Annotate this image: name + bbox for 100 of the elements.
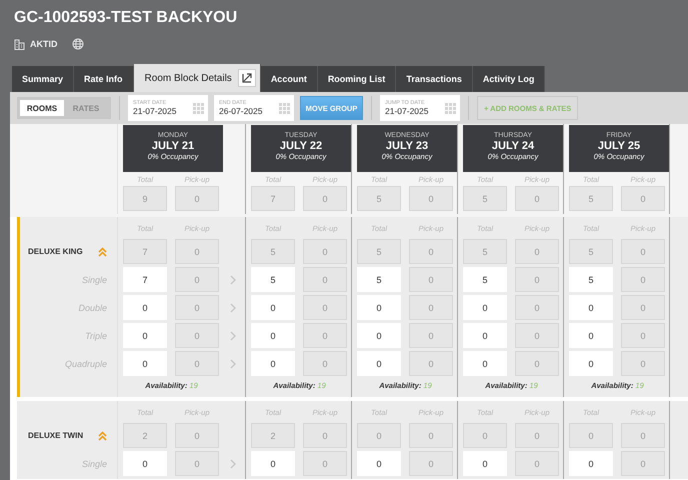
pickup-value: 0	[621, 451, 665, 476]
room-type-name: DELUXE KING	[28, 247, 83, 256]
rooms-input[interactable]: 0	[569, 295, 613, 320]
rooms-input[interactable]: 0	[123, 295, 167, 320]
total-value: 5	[569, 239, 613, 264]
rooms-input[interactable]: 0	[569, 323, 613, 348]
pickup-value: 0	[303, 423, 347, 448]
rooms-input[interactable]: 0	[463, 323, 507, 348]
total-value: 2	[123, 423, 167, 448]
total-value: 7	[123, 239, 167, 264]
pickup-value: 0	[515, 186, 559, 211]
pickup-value: 0	[621, 267, 665, 292]
pickup-value: 0	[175, 239, 219, 264]
chevron-right-icon[interactable]	[230, 458, 236, 468]
expand-icon[interactable]	[238, 69, 256, 87]
total-value: 5	[251, 239, 295, 264]
pickup-value: 0	[175, 451, 219, 476]
property-name: AKTID	[30, 39, 58, 49]
pickup-value: 0	[175, 323, 219, 348]
pickup-value: 0	[303, 295, 347, 320]
calendar-icon	[193, 102, 204, 114]
tab[interactable]: Rooming List	[318, 66, 396, 92]
pickup-value: 0	[515, 423, 559, 448]
pickup-value: 0	[175, 423, 219, 448]
pickup-value: 0	[303, 351, 347, 376]
pickup-value: 0	[409, 239, 453, 264]
collapse-icon[interactable]	[98, 246, 107, 256]
rooms-input[interactable]: 0	[463, 351, 507, 376]
tab[interactable]: Rate Info	[74, 66, 134, 92]
rooms-input[interactable]: 5	[357, 267, 401, 292]
total-value: 9	[123, 186, 167, 211]
pickup-value: 0	[621, 423, 665, 448]
rooms-input[interactable]: 0	[251, 351, 295, 376]
collapse-icon[interactable]	[98, 430, 107, 440]
pickup-value: 0	[303, 186, 347, 211]
rooms-input[interactable]: 0	[357, 295, 401, 320]
total-value: 5	[357, 186, 401, 211]
pickup-value: 0	[409, 423, 453, 448]
calendar-icon	[445, 102, 456, 114]
pickup-value: 0	[409, 295, 453, 320]
pickup-value: 0	[621, 295, 665, 320]
pickup-value: 0	[175, 186, 219, 211]
chevron-right-icon[interactable]	[230, 302, 236, 312]
tab[interactable]: Transactions	[396, 66, 473, 92]
chevron-right-icon[interactable]	[230, 330, 236, 340]
tab[interactable]: Room Block Details	[134, 64, 261, 92]
globe-icon[interactable]	[72, 38, 84, 50]
rooms-input[interactable]: 0	[123, 351, 167, 376]
tab[interactable]: Summary	[12, 66, 74, 92]
rooms-input[interactable]: 7	[123, 267, 167, 292]
total-value: 7	[251, 186, 295, 211]
pickup-value: 0	[303, 323, 347, 348]
rooms-input[interactable]: 0	[357, 351, 401, 376]
pickup-value: 0	[409, 186, 453, 211]
pickup-value: 0	[409, 267, 453, 292]
pickup-value: 0	[175, 351, 219, 376]
rooms-input[interactable]: 5	[251, 267, 295, 292]
pickup-value: 0	[515, 323, 559, 348]
pickup-value: 0	[621, 351, 665, 376]
total-value: 5	[357, 239, 401, 264]
rooms-input[interactable]: 0	[357, 451, 401, 476]
total-value: 2	[251, 423, 295, 448]
chevron-right-icon[interactable]	[230, 274, 236, 284]
pickup-value: 0	[621, 186, 665, 211]
rooms-input[interactable]: 0	[251, 295, 295, 320]
pickup-value: 0	[515, 295, 559, 320]
rooms-input[interactable]: 0	[251, 323, 295, 348]
total-value: 5	[463, 186, 507, 211]
pickup-value: 0	[303, 267, 347, 292]
pickup-value: 0	[621, 323, 665, 348]
pickup-value: 0	[515, 267, 559, 292]
pickup-value: 0	[515, 451, 559, 476]
pickup-value: 0	[409, 451, 453, 476]
chevron-right-icon[interactable]	[230, 358, 236, 368]
group-title: GC-1002593-TEST BACKYOU	[14, 9, 238, 27]
rooms-input[interactable]: 0	[251, 451, 295, 476]
rooms-input[interactable]: 0	[463, 451, 507, 476]
tab[interactable]: Activity Log	[472, 66, 546, 92]
building-icon	[14, 38, 25, 50]
rooms-input[interactable]: 0	[123, 451, 167, 476]
pickup-value: 0	[175, 295, 219, 320]
pickup-value: 0	[303, 451, 347, 476]
rooms-input[interactable]: 0	[357, 323, 401, 348]
rooms-input[interactable]: 5	[463, 267, 507, 292]
total-value: 5	[463, 239, 507, 264]
pickup-value: 0	[621, 239, 665, 264]
pickup-value: 0	[175, 267, 219, 292]
total-value: 5	[569, 186, 613, 211]
total-value: 0	[463, 423, 507, 448]
pickup-value: 0	[303, 239, 347, 264]
pickup-value: 0	[515, 351, 559, 376]
rooms-input[interactable]: 0	[463, 295, 507, 320]
rooms-input[interactable]: 0	[123, 323, 167, 348]
total-value: 0	[569, 423, 613, 448]
view-option[interactable]: ROOMS	[20, 100, 64, 116]
rooms-input[interactable]: 5	[569, 267, 613, 292]
pickup-value: 0	[515, 239, 559, 264]
tab[interactable]: Account	[260, 66, 318, 92]
rooms-input[interactable]: 0	[569, 351, 613, 376]
rooms-input[interactable]: 0	[569, 451, 613, 476]
